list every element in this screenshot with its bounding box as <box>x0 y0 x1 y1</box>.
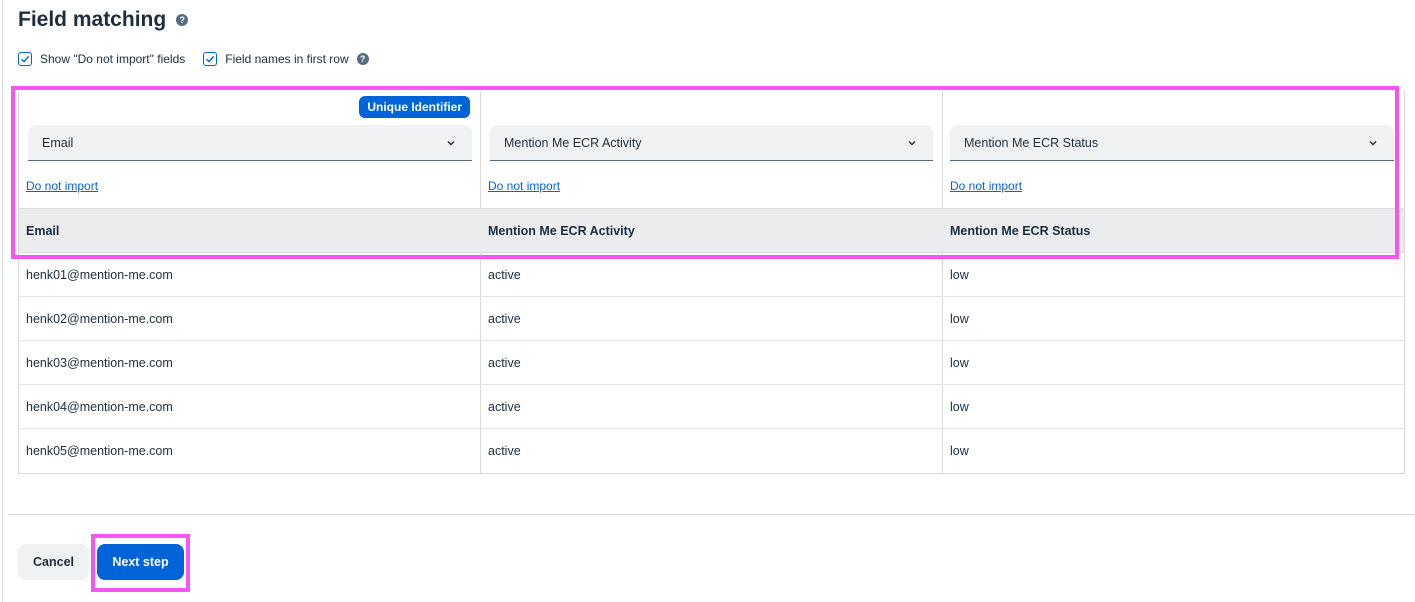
field-select-value: Mention Me ECR Activity <box>504 135 642 150</box>
column-header: Mention Me ECR Status <box>950 223 1091 238</box>
import-options: Show "Do not import" fields Field names … <box>18 50 369 68</box>
table-cell: henk04@mention-me.com <box>26 400 173 414</box>
cancel-button[interactable]: Cancel <box>18 544 89 580</box>
show-do-not-import-option[interactable]: Show "Do not import" fields <box>18 52 185 66</box>
check-icon <box>206 55 215 63</box>
title-row: Field matching ? <box>18 6 189 34</box>
column-header: Mention Me ECR Activity <box>488 223 635 238</box>
field-names-first-row-label: Field names in first row <box>225 52 349 66</box>
table-cell: low <box>950 268 969 282</box>
chevron-down-icon <box>907 138 917 148</box>
show-do-not-import-label: Show "Do not import" fields <box>40 52 186 66</box>
field-select-value: Email <box>42 135 74 150</box>
do-not-import-link-ecr-status[interactable]: Do not import <box>950 179 1022 193</box>
table-cell: henk01@mention-me.com <box>26 268 173 282</box>
table-cell: low <box>950 356 969 370</box>
mapping-cell-email: Unique Identifier Email Do not import <box>19 91 480 208</box>
chevron-down-icon <box>446 138 456 148</box>
mapping-cell-ecr-activity: Mention Me ECR Activity Do not import <box>481 91 942 208</box>
table-cell: active <box>488 400 521 414</box>
table-row: henk02@mention-me.com active low <box>19 297 1404 341</box>
table-cell: active <box>488 356 521 370</box>
show-do-not-import-checkbox[interactable] <box>18 52 32 66</box>
check-icon <box>21 55 30 63</box>
next-step-button[interactable]: Next step <box>97 544 184 580</box>
do-not-import-link-ecr-activity[interactable]: Do not import <box>488 179 560 193</box>
table-row: henk03@mention-me.com active low <box>19 341 1404 385</box>
field-names-first-row-option[interactable]: Field names in first row <box>203 52 349 66</box>
table-row: henk04@mention-me.com active low <box>19 385 1404 429</box>
field-names-first-row-checkbox[interactable] <box>203 52 218 66</box>
do-not-import-link-email[interactable]: Do not import <box>26 179 98 193</box>
column-header: Email <box>26 223 60 238</box>
field-matching-table: Unique Identifier Email Do not import Me… <box>18 91 1405 474</box>
help-icon[interactable]: ? <box>176 14 189 26</box>
field-select-ecr-activity[interactable]: Mention Me ECR Activity <box>490 125 933 161</box>
table-cell: active <box>488 268 521 282</box>
table-cell: henk02@mention-me.com <box>26 312 173 326</box>
mapping-cell-ecr-status: Mention Me ECR Status Do not import <box>943 91 1404 208</box>
field-mapping-row: Unique Identifier Email Do not import Me… <box>19 91 1404 208</box>
table-cell: henk03@mention-me.com <box>26 356 173 370</box>
table-row: henk01@mention-me.com active low <box>19 253 1404 297</box>
table-row: henk05@mention-me.com active low <box>19 429 1404 473</box>
table-cell: active <box>488 444 521 458</box>
table-cell: active <box>488 312 521 326</box>
table-header-row: Email Mention Me ECR Activity Mention Me… <box>19 208 1404 253</box>
table-cell: low <box>950 444 969 458</box>
left-border <box>2 0 3 602</box>
field-select-email[interactable]: Email <box>28 125 472 161</box>
chevron-down-icon <box>1368 138 1378 148</box>
table-cell: low <box>950 312 969 326</box>
page-title: Field matching <box>18 8 167 31</box>
table-cell: henk05@mention-me.com <box>26 444 173 458</box>
unique-identifier-badge: Unique Identifier <box>359 96 470 118</box>
footer-divider <box>8 514 1415 515</box>
field-select-ecr-status[interactable]: Mention Me ECR Status <box>950 125 1394 161</box>
table-cell: low <box>950 400 969 414</box>
field-select-value: Mention Me ECR Status <box>964 135 1099 150</box>
field-names-help-icon[interactable]: ? <box>356 53 369 65</box>
